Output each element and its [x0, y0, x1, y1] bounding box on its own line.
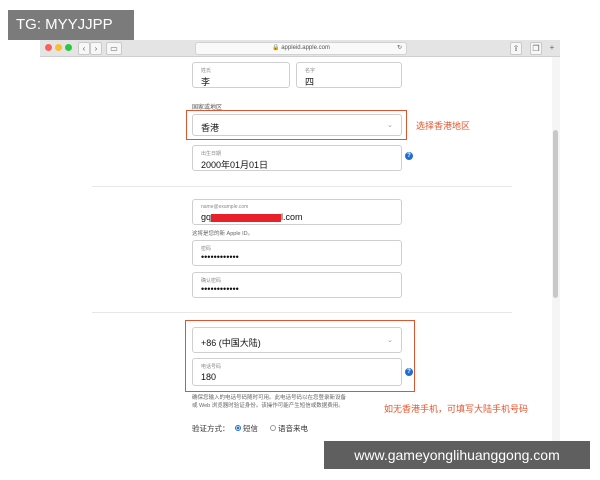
site-watermark: www.gameyonglihuanggong.com	[324, 441, 590, 469]
zoom-window-icon[interactable]	[65, 44, 72, 51]
chevron-down-icon: ⌄	[387, 337, 393, 344]
birthday-field[interactable]: 出生日期 2000年01月01日	[192, 145, 402, 171]
email-redaction	[211, 213, 282, 222]
section-divider	[92, 312, 512, 313]
first-name-label: 名字	[305, 68, 316, 74]
minimize-window-icon[interactable]	[55, 44, 62, 51]
voice-radio[interactable]	[270, 425, 276, 431]
first-name-value: 四	[305, 77, 315, 87]
watermark-tag: TG: MYYJJPP	[8, 10, 134, 40]
voice-label: 语音来电	[278, 424, 308, 433]
birthday-value: 2000年01月01日	[201, 160, 269, 170]
address-bar[interactable]: 🔒 appleid.apple.com ↻	[195, 42, 407, 55]
section-divider	[92, 186, 512, 187]
share-icon[interactable]: ⇪	[510, 42, 522, 55]
password-field[interactable]: 密码 ••••••••••••	[192, 240, 402, 266]
region-select[interactable]: 香港 ⌄	[192, 114, 402, 136]
chevron-down-icon: ⌄	[387, 122, 393, 129]
verify-label: 验证方式：	[192, 424, 230, 433]
region-value: 香港	[201, 123, 220, 133]
phone-field[interactable]: 电话号码 180	[192, 358, 402, 386]
email-value: gq l.com	[201, 212, 303, 222]
lock-icon: 🔒	[272, 45, 280, 51]
confirm-password-field[interactable]: 确认密码 ••••••••••••	[192, 272, 402, 298]
sms-label: 短信	[243, 424, 258, 433]
password-label: 密码	[201, 246, 212, 252]
phone-value: 180	[201, 372, 217, 382]
back-button[interactable]: ‹	[78, 42, 90, 55]
tabs-icon[interactable]: ❐	[530, 42, 542, 55]
sidebar-icon[interactable]: ▭	[106, 42, 122, 55]
close-window-icon[interactable]	[45, 44, 52, 51]
email-placeholder: name@example.com	[201, 204, 249, 210]
country-code-value: +86 (中国大陆)	[201, 338, 261, 348]
sms-radio[interactable]	[235, 425, 241, 431]
email-field[interactable]: name@example.com gq l.com	[192, 199, 402, 225]
country-code-select[interactable]: +86 (中国大陆) ⌄	[192, 327, 402, 353]
annotation-select-region: 选择香港地区	[416, 121, 471, 131]
last-name-label: 姓氏	[201, 68, 212, 74]
info-icon[interactable]: ?	[405, 152, 413, 160]
reload-icon[interactable]: ↻	[397, 43, 402, 54]
last-name-value: 李	[201, 77, 211, 87]
scrollbar-thumb[interactable]	[553, 130, 558, 298]
password-value: ••••••••••••	[201, 252, 239, 262]
confirm-password-label: 确认密码	[201, 278, 222, 284]
browser-toolbar: ‹ › ▭ 🔒 appleid.apple.com ↻ ⇪ ❐ +	[40, 40, 560, 57]
url-text: appleid.apple.com	[281, 45, 330, 51]
annotation-phone-hint: 如无香港手机，可填写大陆手机号码	[384, 404, 529, 414]
new-tab-icon[interactable]: +	[547, 42, 557, 53]
forward-button[interactable]: ›	[90, 42, 102, 55]
phone-label: 电话号码	[201, 364, 222, 370]
confirm-password-value: ••••••••••••	[201, 284, 239, 294]
email-note: 这将是您的新 Apple ID。	[192, 231, 254, 237]
birthday-label: 出生日期	[201, 151, 222, 157]
phone-note-1: 确保您输入的电话号码随时可用。此电话号码以在您登录新设备	[192, 395, 347, 401]
last-name-field[interactable]: 姓氏 李	[192, 62, 290, 88]
phone-note-2: 或 Web 浏览器时验证身份。该操作可能产生短信或数据费用。	[192, 403, 344, 409]
first-name-field[interactable]: 名字 四	[296, 62, 402, 88]
info-icon[interactable]: ?	[405, 368, 413, 376]
